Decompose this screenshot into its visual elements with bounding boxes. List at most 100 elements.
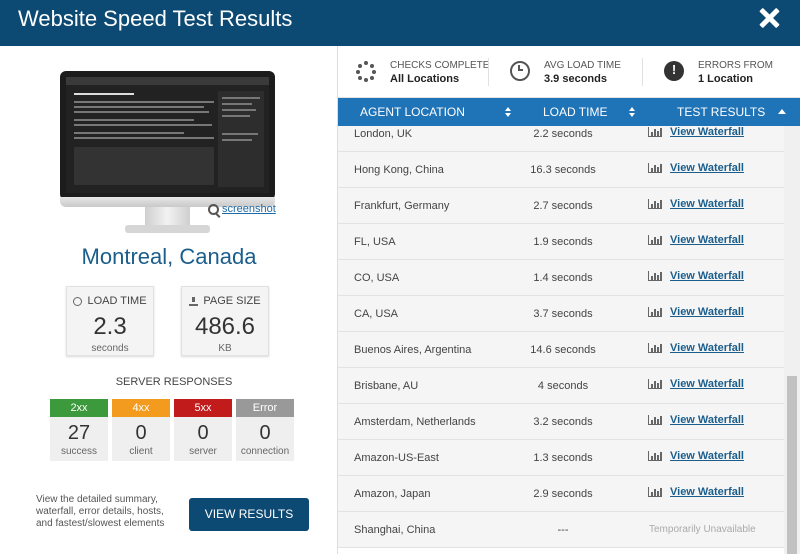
results-panel: CHECKS COMPLETE All Locations AVG LOAD T… bbox=[338, 46, 800, 554]
response-label: connection bbox=[240, 446, 290, 457]
location-summary-panel: screenshot Montreal, Canada LOAD TIME 2.… bbox=[0, 46, 338, 554]
table-row: Amazon, Japan 2.9 seconds View Waterfall bbox=[338, 476, 784, 512]
column-test-results[interactable]: TEST RESULTS bbox=[677, 98, 765, 126]
table-row: CO, USA 1.4 seconds View Waterfall bbox=[338, 260, 784, 296]
modal-header: Website Speed Test Results bbox=[0, 0, 800, 46]
response-code: Error bbox=[236, 399, 294, 417]
results-table-body: London, UK 2.2 seconds View Waterfall Ho… bbox=[338, 126, 784, 554]
table-row: Brisbane, AU 4 seconds View Waterfall bbox=[338, 368, 784, 404]
table-row: CA, USA 3.7 seconds View Waterfall bbox=[338, 296, 784, 332]
row-load-time: 1.9 seconds bbox=[533, 236, 593, 248]
view-waterfall-link[interactable]: View Waterfall bbox=[670, 270, 744, 282]
column-load-time[interactable]: LOAD TIME bbox=[543, 98, 607, 126]
load-time-unit: seconds bbox=[91, 343, 129, 354]
row-location: Amazon-US-East bbox=[354, 452, 439, 464]
view-waterfall-link[interactable]: View Waterfall bbox=[670, 450, 744, 462]
response-count: 0 bbox=[135, 422, 147, 444]
row-load-time: 16.3 seconds bbox=[530, 164, 596, 176]
row-location: CO, USA bbox=[354, 272, 400, 284]
results-scrollbar[interactable] bbox=[784, 126, 800, 554]
summary-text: View the detailed summary, waterfall, er… bbox=[36, 494, 165, 529]
bar-chart-icon bbox=[648, 487, 662, 497]
view-waterfall-link[interactable]: View Waterfall bbox=[670, 414, 744, 426]
view-waterfall-link[interactable]: View Waterfall bbox=[670, 306, 744, 318]
response-error: Error 0 connection bbox=[236, 399, 294, 461]
load-time-card: LOAD TIME 2.3 seconds bbox=[66, 286, 154, 356]
page-size-unit: KB bbox=[218, 343, 232, 354]
load-time-label: LOAD TIME bbox=[87, 295, 147, 307]
row-location: CA, USA bbox=[354, 308, 399, 320]
response-count: 0 bbox=[259, 422, 271, 444]
row-location: Frankfurt, Germany bbox=[354, 200, 450, 212]
page-size-label: PAGE SIZE bbox=[203, 295, 261, 307]
view-waterfall-link[interactable]: View Waterfall bbox=[670, 126, 744, 138]
table-row: Hong Kong, China 16.3 seconds View Water… bbox=[338, 152, 784, 188]
page-size-card: PAGE SIZE 486.6 KB bbox=[181, 286, 269, 356]
close-icon[interactable] bbox=[758, 7, 780, 29]
scrollbar-thumb[interactable] bbox=[787, 376, 797, 554]
view-waterfall-link[interactable]: View Waterfall bbox=[670, 234, 744, 246]
row-load-time: 3.7 seconds bbox=[533, 308, 593, 320]
row-location: Hong Kong, China bbox=[354, 164, 444, 176]
table-row: London, UK 2.2 seconds View Waterfall bbox=[338, 126, 784, 152]
screenshot-link-label: screenshot bbox=[222, 203, 276, 215]
row-location: London, UK bbox=[354, 128, 413, 140]
alert-icon: ! bbox=[664, 61, 684, 81]
row-load-time: 4 seconds bbox=[537, 380, 589, 392]
spinner-icon bbox=[356, 61, 376, 82]
site-screenshot-image bbox=[66, 77, 269, 193]
bar-chart-icon bbox=[648, 307, 662, 317]
view-waterfall-link[interactable]: View Waterfall bbox=[670, 378, 744, 390]
response-count: 0 bbox=[197, 422, 209, 444]
row-location: FL, USA bbox=[354, 236, 396, 248]
row-load-time: 14.6 seconds bbox=[530, 344, 596, 356]
row-load-time: 2.7 seconds bbox=[533, 200, 593, 212]
checks-value: All Locations bbox=[390, 73, 460, 85]
response-4xx: 4xx 0 client bbox=[112, 399, 170, 461]
clock-icon bbox=[73, 296, 83, 306]
monitor-frame bbox=[60, 71, 275, 200]
view-waterfall-link[interactable]: View Waterfall bbox=[670, 342, 744, 354]
table-row: Frankfurt, Germany 2.7 seconds View Wate… bbox=[338, 188, 784, 224]
table-row: FL, USA 1.9 seconds View Waterfall bbox=[338, 224, 784, 260]
row-load-time: 1.4 seconds bbox=[533, 272, 593, 284]
magnifier-icon bbox=[208, 203, 219, 215]
page-size-value: 486.6 bbox=[194, 313, 256, 340]
row-location: Brisbane, AU bbox=[354, 380, 419, 392]
avg-label: AVG LOAD TIME bbox=[544, 60, 621, 71]
row-load-time: --- bbox=[557, 524, 569, 536]
response-label: client bbox=[129, 446, 153, 457]
bar-chart-icon bbox=[648, 415, 662, 425]
response-code: 5xx bbox=[174, 399, 232, 417]
avg-value: 3.9 seconds bbox=[544, 73, 607, 85]
errors-label: ERRORS FROM bbox=[698, 60, 773, 71]
row-load-time: 3.2 seconds bbox=[533, 416, 593, 428]
bar-chart-icon bbox=[648, 163, 662, 173]
response-code: 2xx bbox=[50, 399, 108, 417]
response-code: 4xx bbox=[112, 399, 170, 417]
sort-up-icon[interactable] bbox=[778, 109, 786, 114]
bar-chart-icon bbox=[648, 343, 662, 353]
stats-bar: CHECKS COMPLETE All Locations AVG LOAD T… bbox=[338, 46, 800, 98]
column-agent-location[interactable]: AGENT LOCATION bbox=[360, 98, 465, 126]
location-city: Montreal, Canada bbox=[81, 244, 257, 269]
row-load-time: 1.3 seconds bbox=[533, 452, 593, 464]
view-waterfall-link[interactable]: View Waterfall bbox=[670, 486, 744, 498]
view-results-button[interactable]: VIEW RESULTS bbox=[189, 498, 309, 531]
bar-chart-icon bbox=[648, 235, 662, 245]
view-waterfall-link[interactable]: View Waterfall bbox=[670, 162, 744, 174]
view-waterfall-link[interactable]: View Waterfall bbox=[670, 198, 744, 210]
row-location: Buenos Aires, Argentina bbox=[354, 344, 472, 356]
row-location: Shanghai, China bbox=[354, 524, 436, 536]
errors-value: 1 Location bbox=[698, 73, 754, 85]
server-responses-title: SERVER RESPONSES bbox=[115, 376, 233, 388]
row-location: Amazon, Japan bbox=[354, 488, 431, 500]
load-time-value: 2.3 bbox=[93, 313, 127, 340]
screenshot-link[interactable]: screenshot bbox=[208, 203, 276, 215]
checks-label: CHECKS COMPLETE bbox=[390, 60, 490, 71]
sort-icon[interactable] bbox=[629, 107, 636, 117]
sort-icon[interactable] bbox=[505, 107, 512, 117]
response-5xx: 5xx 0 server bbox=[174, 399, 232, 461]
clock-icon bbox=[510, 61, 530, 81]
response-label: success bbox=[60, 446, 98, 457]
